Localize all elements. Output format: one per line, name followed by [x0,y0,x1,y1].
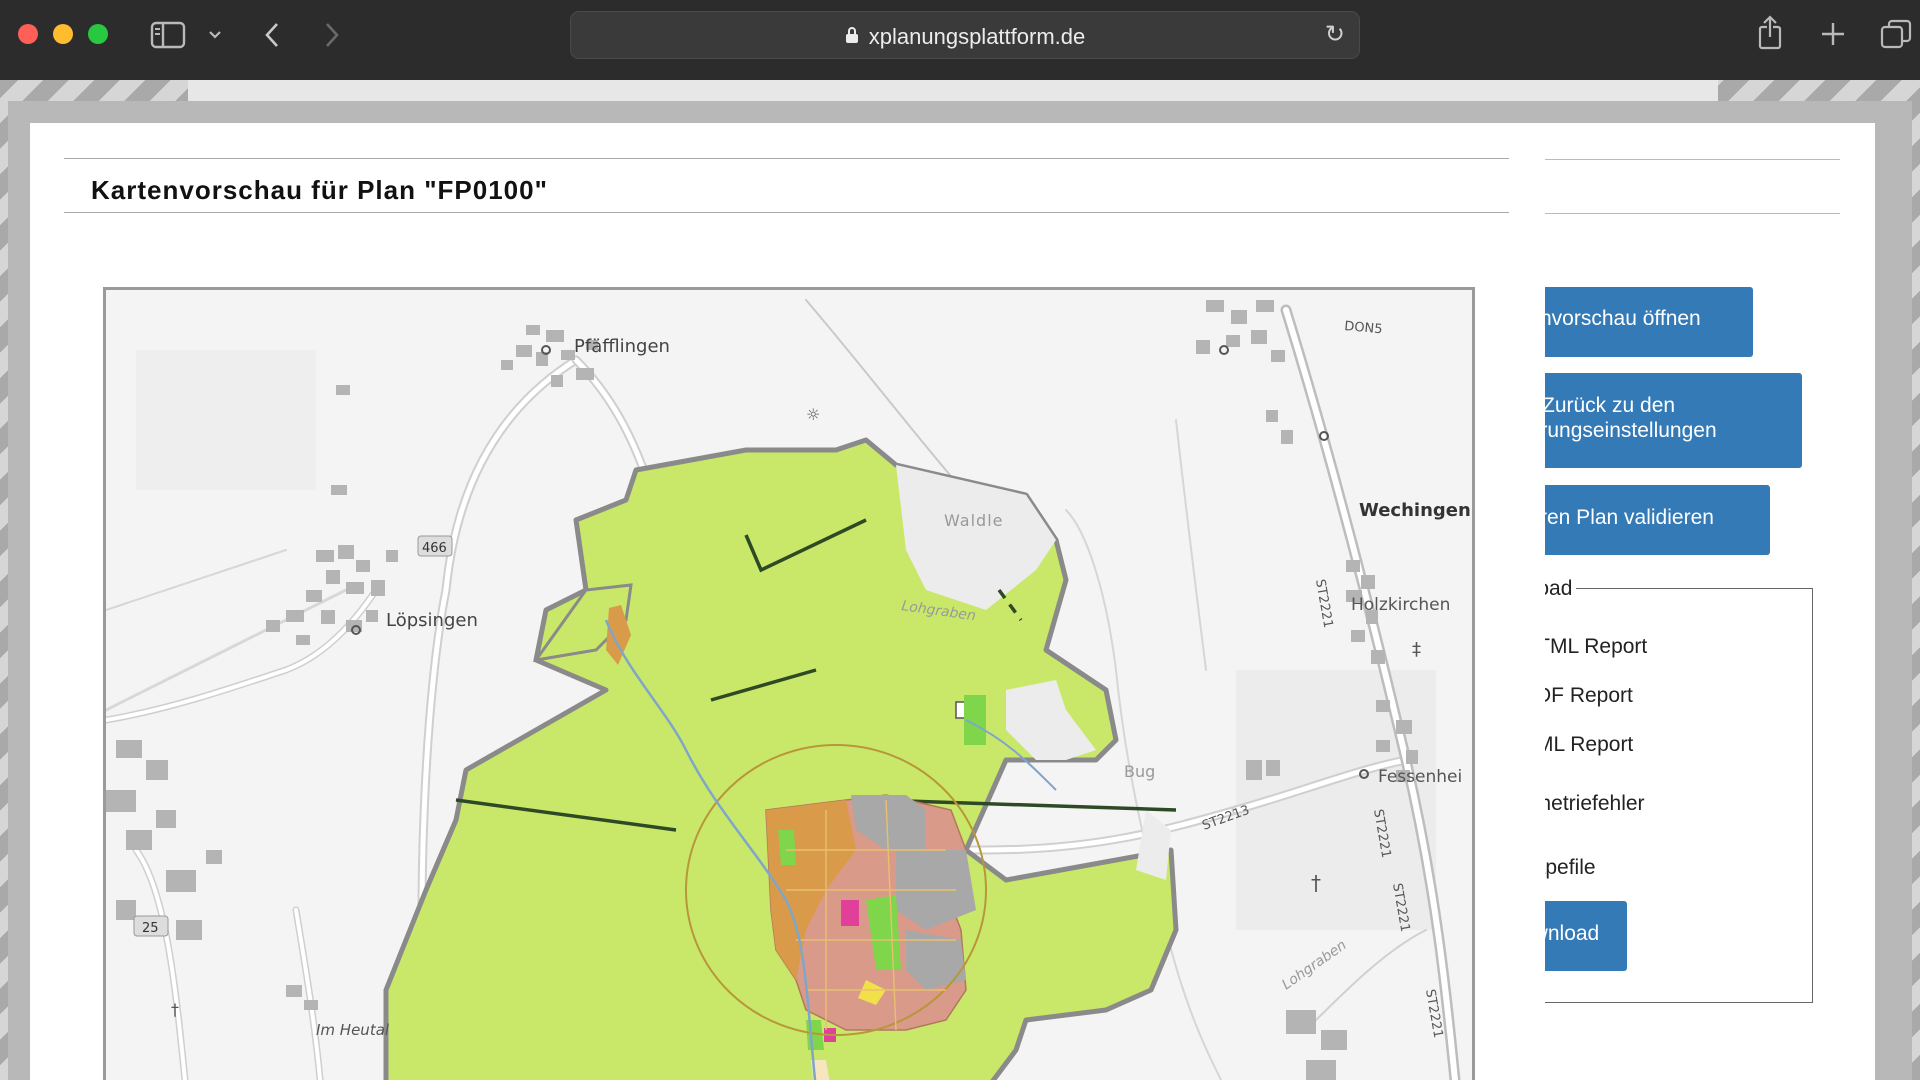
map-canvas[interactable]: ☼ † ‡ † Pfäfflingen Löpsingen Wechingen … [106,290,1472,1080]
minimize-window-button[interactable] [53,24,73,44]
map-label-fessenheim: Fessenhei [1378,767,1462,787]
map-label-bug: Bug [1124,762,1155,781]
url-text: xplanungsplattform.de [868,24,1086,49]
map-label-road-466: 466 [422,541,447,556]
map-preview-dialog: Kartenvorschau für Plan "FP0100" ☼ † ‡ †… [30,123,1545,1080]
validate-plan-button[interactable]: ren Plan validieren [1520,485,1770,555]
svg-text:☼: ☼ [806,405,820,424]
svg-text:†: † [171,1000,179,1019]
page-header-band [188,80,1718,101]
divider [64,212,1509,213]
page-backdrop: nvorschau öffnen Zurück zu den ierungsei… [0,80,1920,1080]
share-icon[interactable] [1756,15,1784,51]
chevron-down-icon[interactable] [208,29,222,41]
tabs-overview-icon[interactable] [1880,19,1912,49]
map-label-holzkirchen: Holzkirchen [1351,595,1450,615]
browser-toolbar: xplanungsplattform.de ↻ [0,0,1920,80]
map-label-wechingen: Wechingen [1359,500,1471,521]
map-label-pfaefflingen: Pfäfflingen [574,336,670,357]
map-label-waldle: Waldle [944,511,1004,530]
forward-arrow-icon[interactable] [322,21,342,49]
divider [1520,213,1840,214]
address-bar[interactable]: xplanungsplattform.de ↻ [570,11,1360,59]
lock-icon [845,27,858,43]
open-map-preview-button[interactable]: nvorschau öffnen [1520,287,1753,357]
sidebar-toggle-icon[interactable] [150,21,186,49]
zoom-window-button[interactable] [88,24,108,44]
divider [1520,159,1840,160]
download-fieldset: nload HTML Report PDF Report XML Report … [1520,577,1813,1003]
map-label-road-25: 25 [142,921,159,936]
map-label-loepsingen: Löpsingen [386,610,478,631]
svg-text:†: † [1311,871,1321,895]
back-arrow-icon[interactable] [262,21,282,49]
map-label-im-heutal: Im Heutal [316,1021,390,1039]
close-window-button[interactable] [18,24,38,44]
back-to-settings-button[interactable]: Zurück zu den ierungseinstellungen [1520,373,1802,468]
divider [64,158,1509,159]
plan-map[interactable]: ☼ † ‡ † Pfäfflingen Löpsingen Wechingen … [103,287,1475,1080]
svg-text:‡: ‡ [1412,639,1421,660]
dialog-title: Kartenvorschau für Plan "FP0100" [91,175,548,205]
new-tab-icon[interactable] [1820,21,1846,47]
plan-actions-panel: nvorschau öffnen Zurück zu den ierungsei… [1520,123,1875,1080]
reload-icon[interactable]: ↻ [1325,20,1345,48]
